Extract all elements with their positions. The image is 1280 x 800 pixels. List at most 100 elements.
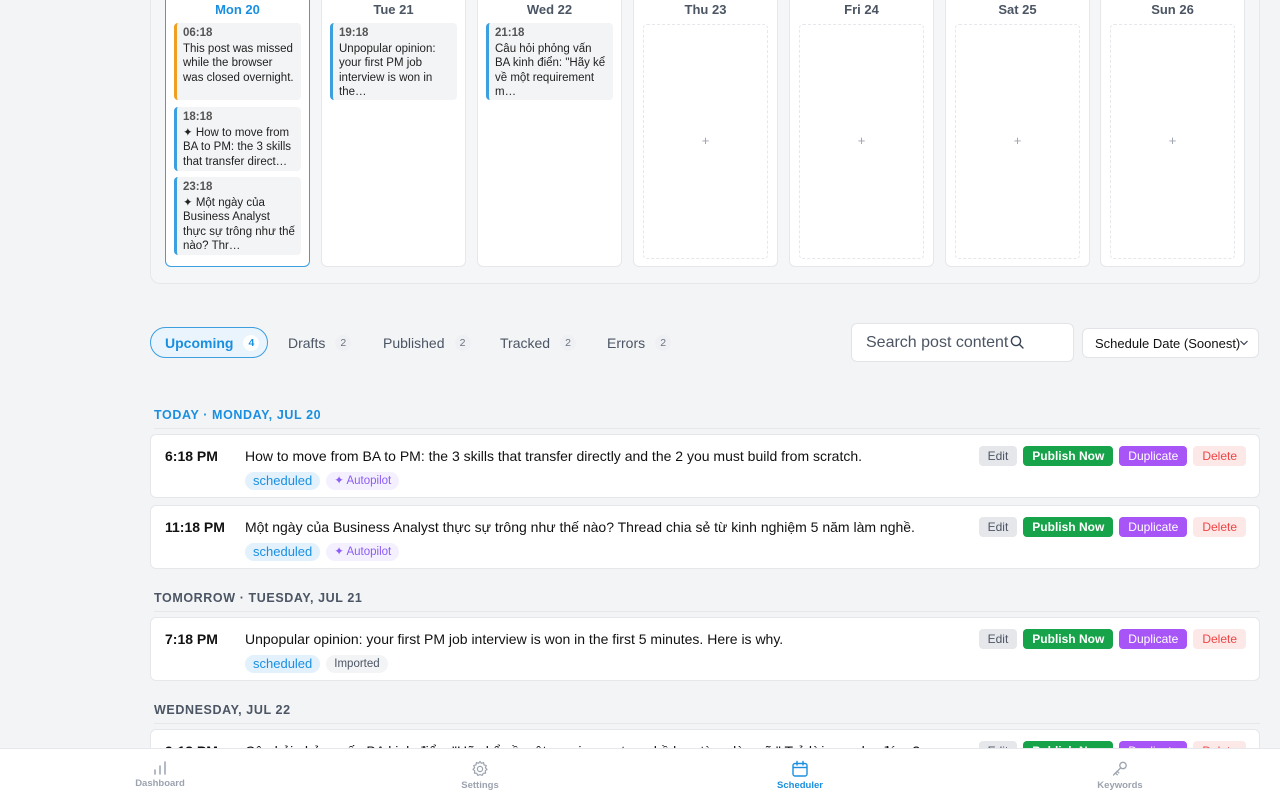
tab-count-badge: 2: [655, 334, 672, 351]
add-post-icon[interactable]: +: [956, 133, 1079, 148]
search-icon[interactable]: [1010, 335, 1024, 349]
duplicate-button[interactable]: Duplicate: [1119, 517, 1188, 537]
calendar-post-card[interactable]: 19:18 Unpopular opinion: your first PM j…: [330, 23, 457, 100]
calendar-post-text: ✦ How to move from BA to PM: the 3 skill…: [183, 127, 292, 168]
calendar-post-text: This post was missed while the browser w…: [183, 43, 294, 84]
nav-item-keywords[interactable]: Keywords: [1060, 749, 1180, 800]
post-text: Unpopular opinion: your first PM job int…: [245, 631, 784, 647]
calendar-post-card[interactable]: 06:18 This post was missed while the bro…: [174, 23, 301, 100]
tab-errors[interactable]: Errors 2: [607, 327, 672, 358]
duplicate-button[interactable]: Duplicate: [1119, 629, 1188, 649]
day-column-mon: Mon 20 06:18 This post was missed while …: [165, 0, 310, 267]
post-actions: Edit Publish Now Duplicate Delete: [978, 517, 1246, 537]
nav-label: Keywords: [1097, 780, 1143, 791]
post-actions: Edit Publish Now Duplicate Delete: [978, 446, 1246, 466]
add-post-icon[interactable]: +: [644, 133, 767, 148]
nav-item-settings[interactable]: Settings: [420, 749, 540, 800]
day-header: Thu 23: [684, 2, 727, 17]
post-tags: scheduled ✦ Autopilot: [245, 472, 400, 490]
source-badge: ✦ Autopilot: [326, 543, 400, 561]
tab-tracked[interactable]: Tracked 2: [500, 327, 577, 358]
bar-chart-icon: [154, 761, 166, 775]
tab-label: Upcoming: [165, 334, 234, 351]
add-post-icon[interactable]: +: [1111, 133, 1234, 148]
post-actions: Edit Publish Now Duplicate Delete: [978, 629, 1246, 649]
post-row: 11:18 PM Một ngày của Business Analyst t…: [150, 505, 1260, 569]
post-text: Một ngày của Business Analyst thực sự tr…: [245, 519, 915, 535]
day-column-fri: Fri 24 +: [789, 0, 934, 267]
add-post-icon[interactable]: +: [800, 133, 923, 148]
calendar-post-time: 18:18: [183, 111, 213, 123]
tab-drafts[interactable]: Drafts 2: [288, 327, 352, 358]
post-time: 6:18 PM: [165, 448, 218, 464]
tab-count-badge: 4: [243, 334, 260, 351]
key-icon: [1112, 761, 1127, 776]
tab-count-badge: 2: [560, 334, 577, 351]
empty-day-slot[interactable]: +: [799, 24, 924, 259]
nav-item-scheduler[interactable]: Scheduler: [740, 749, 860, 800]
post-time: 7:18 PM: [165, 631, 218, 647]
post-tags: scheduled Imported: [245, 655, 388, 673]
search-box: [851, 323, 1074, 362]
calendar-post-card[interactable]: 21:18 Câu hỏi phỏng vấn BA kinh điển: "H…: [486, 23, 613, 100]
search-input[interactable]: [866, 333, 1016, 353]
duplicate-button[interactable]: Duplicate: [1119, 446, 1188, 466]
calendar-post-text: ✦ Một ngày của Business Analyst thực sự …: [183, 197, 295, 253]
edit-button[interactable]: Edit: [978, 446, 1018, 466]
empty-day-slot[interactable]: +: [955, 24, 1080, 259]
delete-button[interactable]: Delete: [1193, 446, 1246, 466]
day-column-wed: Wed 22 21:18 Câu hỏi phỏng vấn BA kinh đ…: [477, 0, 622, 267]
day-header: Sun 26: [1151, 2, 1194, 17]
nav-label: Dashboard: [135, 778, 185, 789]
empty-day-slot[interactable]: +: [643, 24, 768, 259]
post-row: 7:18 PM Unpopular opinion: your first PM…: [150, 617, 1260, 681]
calendar-post-time: 23:18: [183, 181, 213, 193]
post-row: 6:18 PM How to move from BA to PM: the 3…: [150, 434, 1260, 498]
status-badge: scheduled: [245, 472, 321, 490]
tab-upcoming[interactable]: Upcoming 4: [150, 327, 269, 358]
day-column-thu: Thu 23 +: [633, 0, 778, 267]
sort-select[interactable]: Schedule Date (Soonest): [1082, 328, 1259, 358]
empty-day-slot[interactable]: +: [1110, 24, 1235, 259]
day-column-sat: Sat 25 +: [945, 0, 1090, 267]
calendar-post-card[interactable]: 23:18 ✦ Một ngày của Business Analyst th…: [174, 177, 301, 255]
delete-button[interactable]: Delete: [1193, 629, 1246, 649]
calendar-post-time: 06:18: [183, 27, 213, 39]
edit-button[interactable]: Edit: [978, 517, 1018, 537]
publish-now-button[interactable]: Publish Now: [1023, 446, 1114, 466]
calendar-post-text: Unpopular opinion: your first PM job int…: [339, 43, 436, 99]
delete-button[interactable]: Delete: [1193, 517, 1246, 537]
week-calendar: Mon 20 06:18 This post was missed while …: [150, 0, 1260, 284]
calendar-post-card[interactable]: 18:18 ✦ How to move from BA to PM: the 3…: [174, 107, 301, 171]
tab-count-badge: 2: [335, 334, 352, 351]
section-heading-today: TODAY · MONDAY, JUL 20: [154, 408, 1260, 429]
sort-selected-value: Schedule Date (Soonest): [1095, 335, 1241, 351]
publish-now-button[interactable]: Publish Now: [1023, 517, 1114, 537]
day-header: Fri 24: [844, 2, 879, 17]
chevron-down-icon: [1240, 340, 1248, 346]
gear-icon: [472, 760, 488, 776]
post-tags: scheduled ✦ Autopilot: [245, 543, 400, 561]
tab-published[interactable]: Published 2: [383, 327, 471, 358]
section-heading-wednesday: WEDNESDAY, JUL 22: [154, 703, 1260, 724]
calendar-post-text: Câu hỏi phỏng vấn BA kinh điển: "Hãy kể …: [495, 43, 606, 99]
day-header: Mon 20: [215, 2, 260, 17]
publish-now-button[interactable]: Publish Now: [1023, 629, 1114, 649]
status-badge: scheduled: [245, 543, 321, 561]
calendar-post-time: 21:18: [495, 27, 525, 39]
tab-label: Published: [383, 334, 445, 351]
day-header: Tue 21: [373, 2, 414, 17]
tab-label: Tracked: [500, 334, 551, 351]
edit-button[interactable]: Edit: [978, 629, 1018, 649]
day-header: Wed 22: [526, 2, 573, 17]
day-header: Sat 25: [998, 2, 1037, 17]
day-column-sun: Sun 26 +: [1100, 0, 1245, 267]
source-badge: ✦ Autopilot: [326, 472, 400, 490]
status-badge: scheduled: [245, 655, 321, 673]
calendar-icon: [792, 760, 808, 777]
post-time: 11:18 PM: [165, 519, 225, 535]
tab-label: Errors: [607, 334, 646, 351]
tab-label: Drafts: [288, 334, 326, 351]
nav-label: Settings: [461, 780, 499, 791]
nav-item-dashboard[interactable]: Dashboard: [100, 749, 220, 800]
